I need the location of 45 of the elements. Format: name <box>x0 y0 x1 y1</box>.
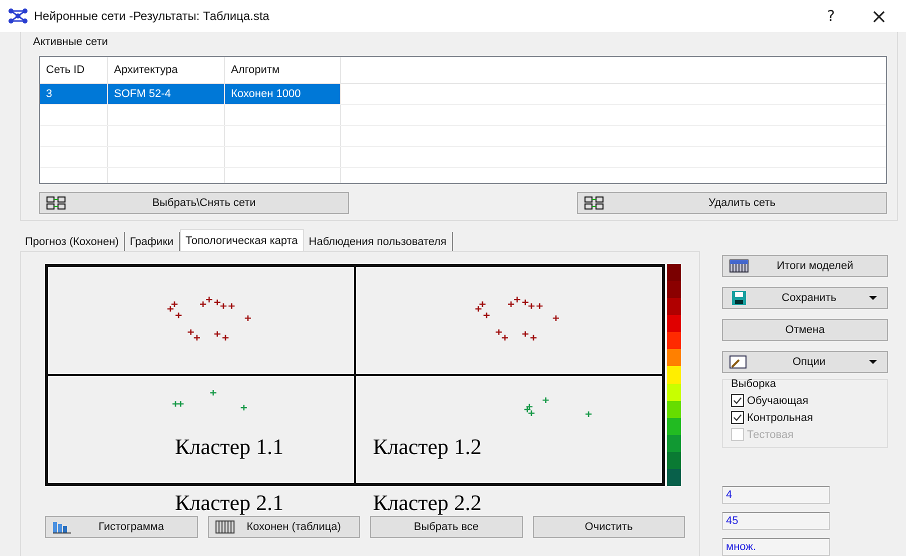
picture-frame-icon <box>729 355 749 369</box>
help-button[interactable]: ? <box>810 2 852 30</box>
input-field[interactable]: множ. <box>722 538 830 556</box>
side-button[interactable]: Сохранить <box>722 287 888 309</box>
input-field[interactable]: 4 <box>722 486 830 504</box>
checkbox-label: Обучающая <box>747 394 808 406</box>
checkbox-label: Контрольная <box>747 412 813 424</box>
column-header[interactable]: Сеть ID <box>40 57 108 83</box>
checkbox-label: Тестовая <box>747 428 794 440</box>
cluster-label: Кластер 1.1 <box>175 434 284 460</box>
table-row[interactable]: 3 SOFM 52-4 Кохонен 1000 <box>40 84 886 105</box>
window-title: Нейронные сети -Результаты: Таблица.sta <box>34 9 270 23</box>
scatter-points-drawing <box>524 396 592 418</box>
table-cell: Кохонен 1000 <box>225 84 341 104</box>
checkbox[interactable] <box>731 411 744 424</box>
table-cell: SOFM 52-4 <box>108 84 225 104</box>
table-cell: 3 <box>40 84 108 104</box>
close-button[interactable]: × <box>858 2 900 30</box>
column-header[interactable]: Алгоритм <box>225 57 341 83</box>
table-icon <box>214 520 234 534</box>
network-grid-icon <box>46 196 66 210</box>
net-button[interactable]: Выбрать\Снять сети <box>39 192 349 214</box>
side-button[interactable]: Отмена <box>722 319 888 341</box>
cluster-label: Кластер 2.1 <box>175 490 284 516</box>
checkbox[interactable] <box>731 394 744 407</box>
tab[interactable]: Топологическая карта <box>180 229 304 251</box>
side-button[interactable]: Итоги моделей <box>722 255 888 277</box>
network-grid-icon <box>584 196 604 210</box>
action-button[interactable]: Кохонен (таблица) <box>208 516 360 538</box>
action-button[interactable]: Выбрать все <box>370 516 522 538</box>
cluster-label: Кластер 2.2 <box>373 490 482 516</box>
group-title: Активные сети <box>33 36 109 48</box>
side-button[interactable]: Опции <box>722 351 888 373</box>
action-button[interactable]: Очистить <box>532 516 685 538</box>
net-button[interactable]: Удалить сеть <box>577 192 887 214</box>
group-title: Выборка <box>731 378 777 390</box>
input-field[interactable]: 45 <box>722 512 830 530</box>
table-icon <box>729 259 749 273</box>
caret-icon <box>869 296 877 300</box>
caret-icon <box>869 360 877 364</box>
column-header[interactable]: Архитектура <box>108 57 225 83</box>
action-button[interactable]: Гистограмма <box>45 516 198 538</box>
chart-icon <box>52 520 72 534</box>
cluster-label: Кластер 1.2 <box>373 434 482 460</box>
network-icon <box>8 8 28 24</box>
